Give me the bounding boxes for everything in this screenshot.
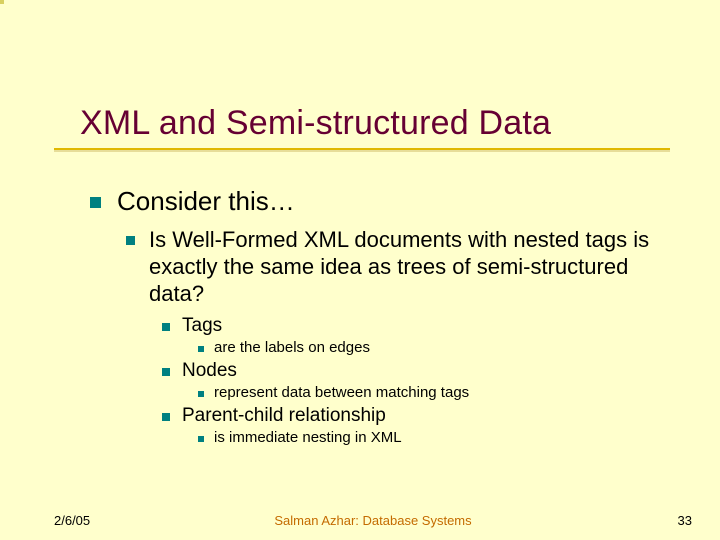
square-bullet-icon — [162, 323, 170, 331]
list-item: is immediate nesting in XML — [198, 429, 680, 446]
list-item: Parent-child relationship — [162, 405, 680, 427]
square-bullet-icon — [126, 236, 135, 245]
list-item: Is Well-Formed XML documents with nested… — [126, 227, 680, 307]
lvl4-detail: are the labels on edges — [214, 339, 370, 356]
square-bullet-icon — [198, 436, 204, 442]
square-bullet-icon — [198, 391, 204, 397]
footer-date: 2/6/05 — [54, 513, 90, 528]
lvl1-text: Consider this… — [117, 186, 295, 217]
footer-center: Salman Azhar: Database Systems — [274, 513, 471, 528]
title-underline — [54, 148, 670, 152]
list-item: Nodes — [162, 360, 680, 382]
square-bullet-icon — [198, 346, 204, 352]
list-item: represent data between matching tags — [198, 384, 680, 401]
decorative-corner-dot — [0, 0, 4, 4]
slide-content: Consider this… Is Well-Formed XML docume… — [90, 186, 680, 450]
list-item: Tags — [162, 315, 680, 337]
lvl2-text: Is Well-Formed XML documents with nested… — [149, 227, 680, 307]
lvl3-label: Nodes — [182, 360, 237, 382]
list-item: are the labels on edges — [198, 339, 680, 356]
lvl4-detail: represent data between matching tags — [214, 384, 469, 401]
square-bullet-icon — [90, 197, 101, 208]
square-bullet-icon — [162, 413, 170, 421]
lvl3-label: Tags — [182, 315, 222, 337]
square-bullet-icon — [162, 368, 170, 376]
lvl3-label: Parent-child relationship — [182, 405, 386, 427]
lvl4-detail: is immediate nesting in XML — [214, 429, 402, 446]
list-item: Consider this… — [90, 186, 680, 217]
slide-title: XML and Semi-structured Data — [80, 104, 551, 143]
slide: XML and Semi-structured Data Consider th… — [0, 0, 720, 540]
footer-page-number: 33 — [678, 513, 692, 528]
slide-footer: 2/6/05 Salman Azhar: Database Systems 33 — [54, 513, 692, 528]
